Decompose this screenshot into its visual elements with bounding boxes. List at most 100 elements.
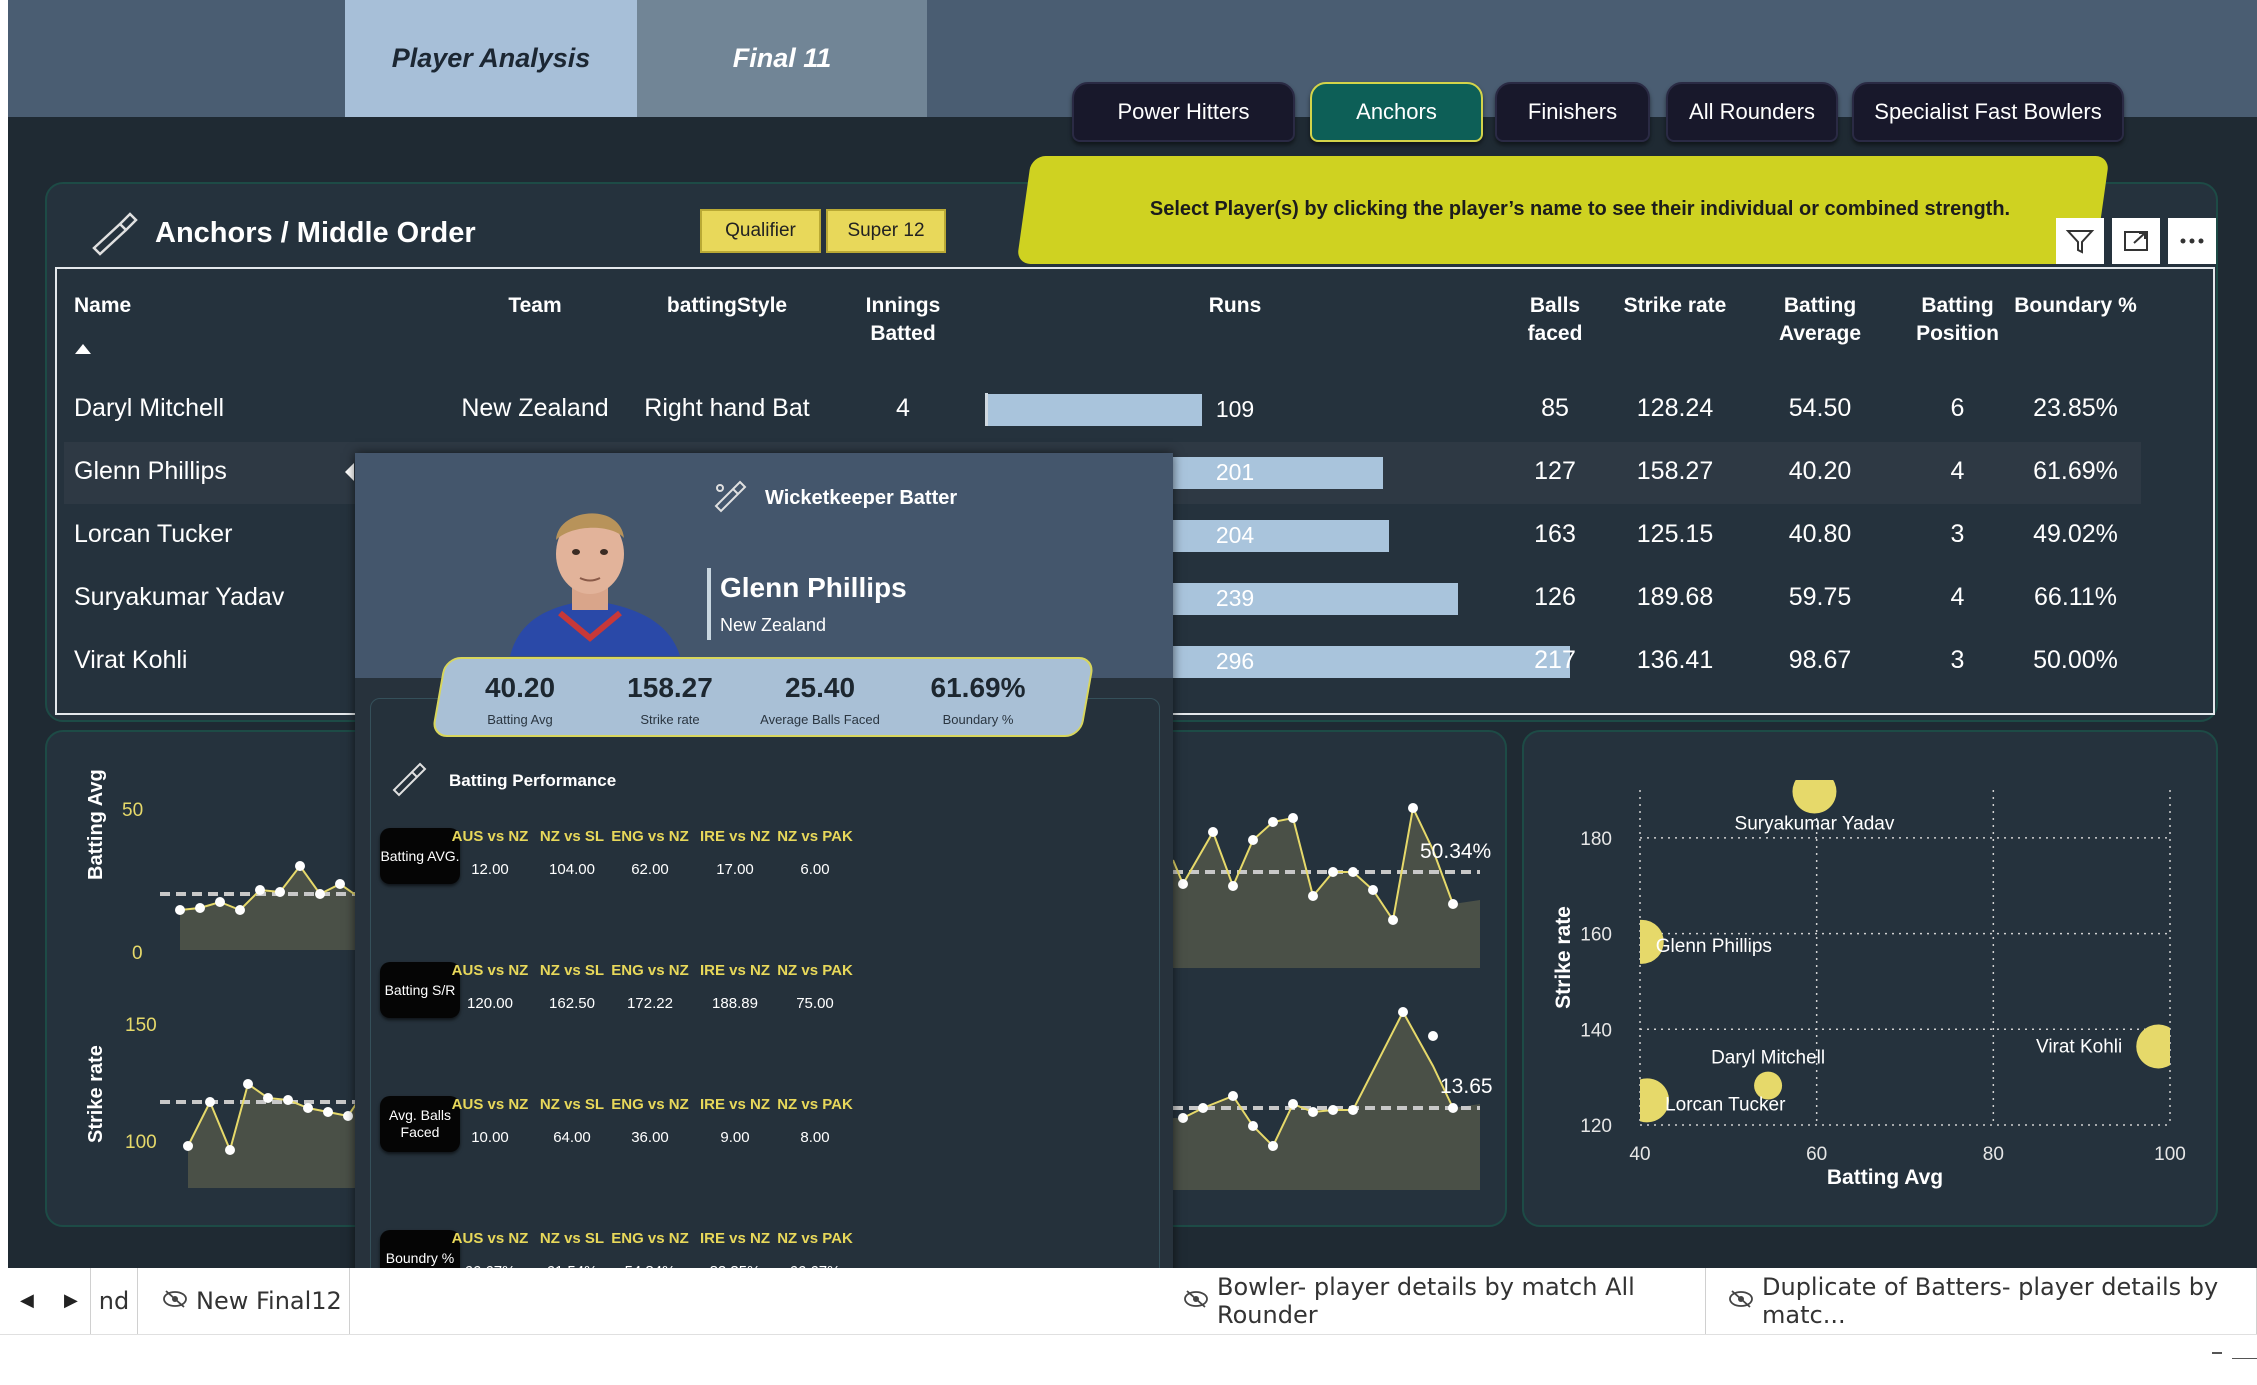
- match-value: 62.00: [631, 861, 669, 878]
- average-cell: 40.80: [1788, 520, 1852, 548]
- stat-value: 158.27: [627, 672, 713, 703]
- filter-icon[interactable]: [2056, 218, 2104, 264]
- match-value: 75.00: [796, 995, 834, 1012]
- zoom-minus-icon[interactable]: [2212, 1352, 2222, 1354]
- match-value: 104.00: [549, 861, 595, 878]
- match-header: AUS vs NZ: [451, 1230, 529, 1247]
- name-accent-line: [707, 568, 711, 640]
- nav-final-11[interactable]: Final 11: [637, 0, 927, 117]
- match-value: 188.89: [712, 995, 758, 1012]
- match-header: NZ vs SL: [539, 1230, 605, 1247]
- nav-player-analysis[interactable]: Player Analysis: [345, 0, 637, 117]
- boundary-cell: 61.69%: [2033, 457, 2118, 485]
- filter-super12-button[interactable]: Super 12: [826, 209, 946, 253]
- match-header: IRE vs NZ: [699, 1096, 771, 1113]
- panel-title: Anchors / Middle Order: [155, 217, 476, 249]
- tab-power-hitters[interactable]: Power Hitters: [1072, 82, 1295, 142]
- player-name-cell[interactable]: Suryakumar Yadav: [74, 583, 284, 612]
- page-tab-label: Duplicate of Batters- player details by …: [1762, 1273, 2219, 1329]
- position-cell: 3: [1950, 646, 1965, 674]
- average-cell: 59.75: [1788, 583, 1852, 611]
- page-tab-label: New Final12: [196, 1287, 342, 1315]
- sort-ascending-icon[interactable]: [75, 344, 91, 354]
- scroll-left-icon[interactable]: ◀: [20, 1290, 34, 1311]
- point-label: Virat Kohli: [2036, 1036, 2122, 1057]
- header-name[interactable]: Name: [74, 292, 131, 320]
- x-tick-label: 80: [1983, 1144, 2004, 1165]
- innings-cell: 4: [896, 394, 910, 422]
- tooltip-header: [355, 453, 1173, 678]
- match-header: NZ vs SL: [539, 962, 605, 979]
- runs-bar: [988, 394, 1202, 426]
- player-name-cell[interactable]: Lorcan Tucker: [74, 520, 232, 549]
- x-tick-label: 100: [2154, 1144, 2186, 1165]
- y-tick-label: 140: [1580, 1020, 1612, 1041]
- match-header: NZ vs SL: [539, 828, 605, 845]
- balls-cell: 126: [1534, 583, 1576, 611]
- match-value: 64.00: [553, 1129, 591, 1146]
- wicketkeeper-bat-icon: [712, 478, 748, 519]
- point-label: Glenn Phillips: [1656, 936, 1772, 957]
- stat-label: Strike rate: [640, 712, 700, 727]
- avg-line-chart-left: [160, 861, 360, 950]
- page-tab-duplicate-batters[interactable]: Duplicate of Batters- player details by …: [1706, 1268, 2257, 1334]
- tab-finishers[interactable]: Finishers: [1495, 82, 1650, 142]
- tab-specialist-fast-bowlers[interactable]: Specialist Fast Bowlers: [1852, 82, 2124, 142]
- more-options-icon[interactable]: [2168, 218, 2216, 264]
- x-axis-label: Batting Avg: [1827, 1166, 1943, 1189]
- match-header: ENG vs NZ: [611, 962, 689, 979]
- point-label: Lorcan Tucker: [1665, 1094, 1786, 1115]
- stat-value: 25.40: [784, 672, 856, 703]
- focus-mode-icon[interactable]: [2112, 218, 2160, 264]
- runs-label: 296: [1215, 648, 1255, 674]
- boundary-cell: 49.02%: [2033, 520, 2118, 548]
- strike-rate-cell: 136.41: [1636, 646, 1714, 674]
- match-value: 17.00: [716, 861, 754, 878]
- runs-label: 239: [1215, 585, 1255, 611]
- match-header: IRE vs NZ: [699, 828, 771, 845]
- header-batting-style[interactable]: battingStyle: [637, 292, 817, 320]
- sr-tick-top: 150: [125, 1015, 157, 1036]
- balls-cell: 127: [1534, 457, 1576, 485]
- match-value: 9.00: [720, 1129, 750, 1146]
- scatter-chart: 40 60 80 100 180 160 140 120 Batting Avg Strike r…: [1552, 780, 2186, 1189]
- match-header: AUS vs NZ: [451, 962, 529, 979]
- header-batting-position[interactable]: Batting Position: [1900, 292, 2015, 348]
- player-name-cell[interactable]: Glenn Phillips: [74, 457, 227, 486]
- match-header: NZ vs PAK: [777, 962, 853, 979]
- instruction-text: Select Player(s) by clicking the player’…: [1149, 198, 2011, 220]
- match-header: ENG vs NZ: [611, 1096, 689, 1113]
- header-team[interactable]: Team: [460, 292, 610, 320]
- page-tab-new-final12[interactable]: New Final12: [138, 1268, 350, 1334]
- header-strike-rate[interactable]: Strike rate: [1620, 292, 1730, 320]
- filter-qualifier-button[interactable]: Qualifier: [700, 209, 821, 253]
- player-name-cell[interactable]: Daryl Mitchell: [74, 394, 224, 423]
- scroll-right-icon[interactable]: ▶: [64, 1290, 78, 1311]
- y-axis-label: Strike rate: [1552, 906, 1575, 1009]
- tab-all-rounders[interactable]: All Rounders: [1666, 82, 1838, 142]
- header-runs[interactable]: Runs: [1175, 292, 1295, 320]
- balls-cell: 217: [1534, 646, 1576, 674]
- hidden-page-icon: [162, 1287, 188, 1315]
- player-name-cell[interactable]: Virat Kohli: [74, 646, 188, 675]
- zoom-slider[interactable]: [2232, 1358, 2257, 1359]
- match-value: 12.00: [471, 861, 509, 878]
- y-tick-label: 160: [1580, 925, 1612, 946]
- player-photo: [510, 513, 680, 656]
- strike-rate-cell: 128.24: [1636, 394, 1714, 422]
- header-boundary[interactable]: Boundary %: [2013, 292, 2138, 320]
- page-tab-bowler-details[interactable]: Bowler- player details by match All Roun…: [1173, 1268, 1706, 1334]
- average-cell: 40.20: [1788, 457, 1852, 485]
- avg-line-chart-right: [1173, 803, 1480, 968]
- scatter-point: [2136, 1024, 2170, 1069]
- page-tab-partial[interactable]: nd: [90, 1268, 138, 1334]
- tab-anchors[interactable]: Anchors: [1310, 82, 1483, 142]
- sr-ref-label: 13.65: [1440, 1075, 1493, 1098]
- header-balls-faced[interactable]: Balls faced: [1500, 292, 1610, 348]
- player-name: Glenn Phillips: [720, 572, 907, 603]
- average-cell: 98.67: [1788, 646, 1852, 674]
- x-tick-label: 40: [1629, 1144, 1650, 1165]
- batting-performance-icon: [390, 760, 428, 803]
- header-innings[interactable]: Innings Batted: [848, 292, 958, 348]
- header-batting-average[interactable]: Batting Average: [1750, 292, 1890, 348]
